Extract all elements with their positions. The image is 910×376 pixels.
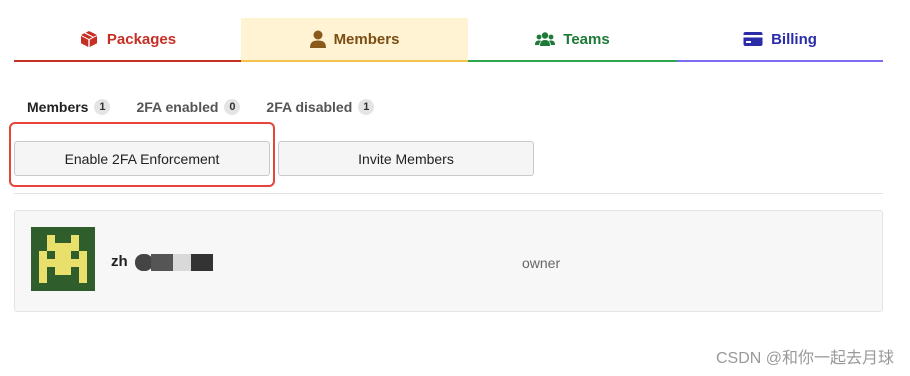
subtab-2fa-enabled[interactable]: 2FA enabled 0 bbox=[136, 99, 241, 115]
subtab-2fa-disabled[interactable]: 2FA disabled 1 bbox=[266, 99, 375, 115]
invite-members-button[interactable]: Invite Members bbox=[278, 141, 534, 176]
tab-teams[interactable]: Teams bbox=[468, 18, 677, 62]
subtab-label: 2FA disabled bbox=[266, 99, 353, 115]
count-badge: 1 bbox=[358, 99, 375, 115]
avatar[interactable] bbox=[31, 227, 95, 291]
member-username[interactable]: zh bbox=[111, 253, 128, 270]
count-badge: 0 bbox=[224, 99, 241, 115]
subtab-members[interactable]: Members 1 bbox=[27, 99, 111, 115]
count-badge: 1 bbox=[94, 99, 111, 115]
subtab-label: Members bbox=[27, 99, 89, 115]
divider bbox=[14, 193, 883, 194]
tab-label: Packages bbox=[106, 30, 177, 48]
package-icon bbox=[79, 30, 99, 48]
redacted-username-mask bbox=[135, 254, 213, 271]
member-role: owner bbox=[522, 255, 561, 271]
tab-label: Teams bbox=[563, 30, 610, 48]
subtab-label: 2FA enabled bbox=[136, 99, 219, 115]
tab-members[interactable]: Members bbox=[241, 18, 468, 62]
member-filter-tabs: Members 1 2FA enabled 0 2FA disabled 1 bbox=[27, 99, 400, 115]
member-row: zh owner bbox=[14, 210, 883, 312]
tab-label: Members bbox=[333, 30, 400, 48]
users-icon bbox=[535, 31, 556, 47]
credit-card-icon bbox=[743, 31, 763, 47]
org-tabs: Packages Members Teams Billing bbox=[14, 18, 883, 62]
enable-2fa-enforcement-button[interactable]: Enable 2FA Enforcement bbox=[14, 141, 270, 176]
watermark: CSDN @和你一起去月球 bbox=[715, 350, 894, 367]
user-icon bbox=[309, 30, 326, 48]
tab-label: Billing bbox=[771, 30, 817, 48]
tab-billing[interactable]: Billing bbox=[677, 18, 883, 62]
tab-packages[interactable]: Packages bbox=[14, 18, 241, 62]
